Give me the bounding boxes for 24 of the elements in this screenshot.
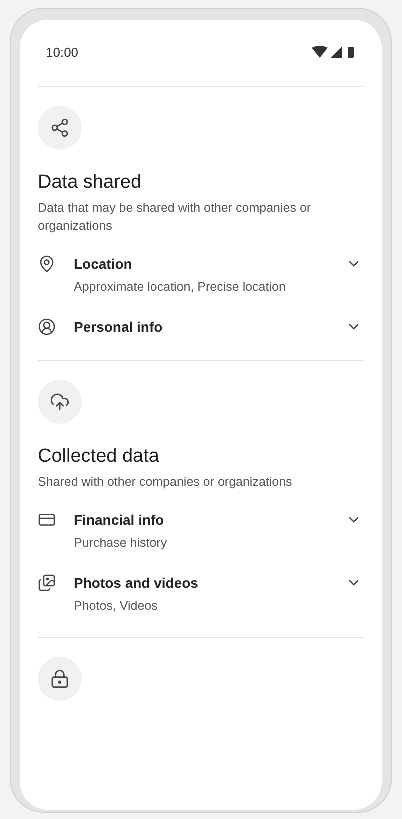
data-type-row[interactable]: Personal info (38, 316, 364, 338)
data-type-detail: Photos, Videos (74, 598, 159, 615)
data-type-row[interactable]: Location Approximate location, Precise location (38, 253, 364, 296)
status-icons (312, 46, 356, 60)
location-pin-icon (38, 255, 56, 273)
status-time: 10:00 (46, 44, 79, 62)
cloud-upload-icon (50, 392, 70, 412)
data-type-row[interactable]: Financial info Purchase history (38, 509, 364, 552)
section-subtitle: Shared with other companies or organizations (38, 474, 294, 491)
data-type-detail: Approximate location, Precise location (74, 279, 287, 296)
data-type-label: Location (74, 255, 134, 274)
data-type-detail: Purchase history (74, 535, 168, 552)
share-icon (50, 118, 70, 138)
data-type-label: Financial info (74, 511, 166, 530)
section-title: Collected data (38, 445, 160, 469)
data-type-label: Personal info (74, 318, 164, 337)
section-subtitle: Data that may be shared with other companies or organizations (38, 200, 312, 235)
person-icon (38, 318, 56, 336)
section-title: Data shared (38, 171, 143, 195)
photos-icon (38, 574, 56, 592)
credit-card-icon (38, 511, 56, 529)
data-type-label: Photos and videos (74, 574, 200, 593)
lock-icon (50, 669, 70, 689)
data-type-row[interactable]: Photos and videos Photos, Videos (38, 572, 364, 615)
